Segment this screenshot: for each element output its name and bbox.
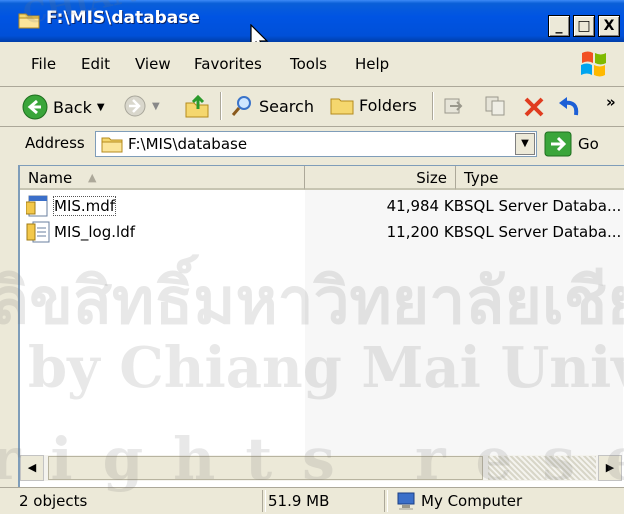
forward-arrow-icon xyxy=(124,95,146,117)
menu-view[interactable]: View xyxy=(135,55,171,73)
close-button[interactable]: X xyxy=(598,15,620,37)
forward-dropdown-icon[interactable]: ▼ xyxy=(152,101,160,112)
up-folder-icon[interactable] xyxy=(184,93,210,119)
my-computer-icon xyxy=(397,492,415,510)
file-type: SQL Server Databa... xyxy=(464,223,622,241)
search-icon xyxy=(231,96,251,116)
sort-ascending-icon: ▲ xyxy=(88,171,97,184)
scrollbar-track[interactable] xyxy=(488,456,596,480)
menu-bar: File Edit View Favorites Tools Help xyxy=(0,42,624,87)
scroll-right-icon[interactable]: ▶ xyxy=(598,455,622,481)
toolbar-overflow-chevron[interactable]: » xyxy=(606,93,616,111)
horizontal-scrollbar[interactable]: ◀ ▶ xyxy=(20,455,622,481)
menu-file[interactable]: File xyxy=(31,55,56,73)
address-label: Address xyxy=(25,134,85,152)
column-header-type[interactable]: Type xyxy=(456,166,624,190)
address-bar: Address F:\MIS\database ▼ Go xyxy=(0,126,624,161)
back-label: Back xyxy=(53,97,92,117)
menu-edit[interactable]: Edit xyxy=(81,55,110,73)
menu-favorites[interactable]: Favorites xyxy=(194,55,262,73)
file-name[interactable]: MIS_log.ldf xyxy=(54,223,135,241)
back-dropdown-icon[interactable]: ▼ xyxy=(97,102,105,113)
search-button[interactable]: Search xyxy=(230,94,314,118)
status-location: My Computer xyxy=(421,492,523,510)
file-list[interactable]: Name ▲ Size Type MIS.mdf 41,984 KB SQL S… xyxy=(18,165,624,487)
address-dropdown-icon[interactable]: ▼ xyxy=(515,133,535,155)
file-row-mis-log[interactable]: MIS_log.ldf 11,200 KB SQL Server Databa.… xyxy=(20,220,624,244)
status-object-count: 2 objects xyxy=(19,492,88,510)
file-row-mis-mdf[interactable]: MIS.mdf 41,984 KB SQL Server Databa... xyxy=(20,194,624,218)
column-header-name[interactable]: Name ▲ xyxy=(20,166,305,190)
folders-icon xyxy=(330,98,354,115)
undo-icon[interactable] xyxy=(556,95,582,119)
folders-button[interactable]: Folders xyxy=(330,94,417,116)
back-button[interactable]: Back ▼ xyxy=(22,94,105,120)
file-size: 41,984 KB xyxy=(386,197,464,215)
window-title: F:\MIS\database xyxy=(46,8,200,28)
menu-help[interactable]: Help xyxy=(355,55,389,73)
column-header-size[interactable]: Size xyxy=(305,166,456,190)
address-folder-icon xyxy=(101,137,123,153)
file-name[interactable]: MIS.mdf xyxy=(52,196,117,216)
windows-logo-icon xyxy=(568,47,620,83)
copy-to-icon[interactable] xyxy=(484,95,506,117)
forward-button[interactable]: ▼ xyxy=(123,94,160,118)
address-value: F:\MIS\database xyxy=(128,135,248,153)
go-button[interactable]: Go xyxy=(544,131,599,157)
title-bar[interactable]: F:\MIS\database _ □ X xyxy=(0,0,624,53)
minimize-button[interactable]: _ xyxy=(548,15,570,37)
move-to-icon[interactable] xyxy=(442,95,464,117)
file-type: SQL Server Databa... xyxy=(464,197,622,215)
status-total-size: 51.9 MB xyxy=(268,492,330,510)
go-label: Go xyxy=(578,135,599,153)
back-arrow-icon xyxy=(22,94,48,120)
toolbar: Back ▼ ▼ Search Folders » xyxy=(0,86,624,127)
scroll-left-icon[interactable]: ◀ xyxy=(20,455,44,481)
menu-tools[interactable]: Tools xyxy=(290,55,327,73)
search-label: Search xyxy=(259,96,314,116)
scrollbar-thumb[interactable] xyxy=(48,456,483,480)
go-arrow-icon xyxy=(544,131,572,157)
delete-icon[interactable] xyxy=(522,95,546,119)
folders-label: Folders xyxy=(359,95,417,115)
status-bar: 2 objects 51.9 MB My Computer xyxy=(0,487,624,514)
file-size: 11,200 KB xyxy=(386,223,464,241)
folder-icon xyxy=(18,13,40,29)
database-file-icon xyxy=(26,195,48,217)
address-input[interactable]: F:\MIS\database ▼ xyxy=(95,131,537,157)
explorer-window: F:\MIS\database _ □ X File Edit View Fav… xyxy=(0,0,624,514)
log-file-icon xyxy=(26,221,50,243)
maximize-button[interactable]: □ xyxy=(573,15,595,37)
